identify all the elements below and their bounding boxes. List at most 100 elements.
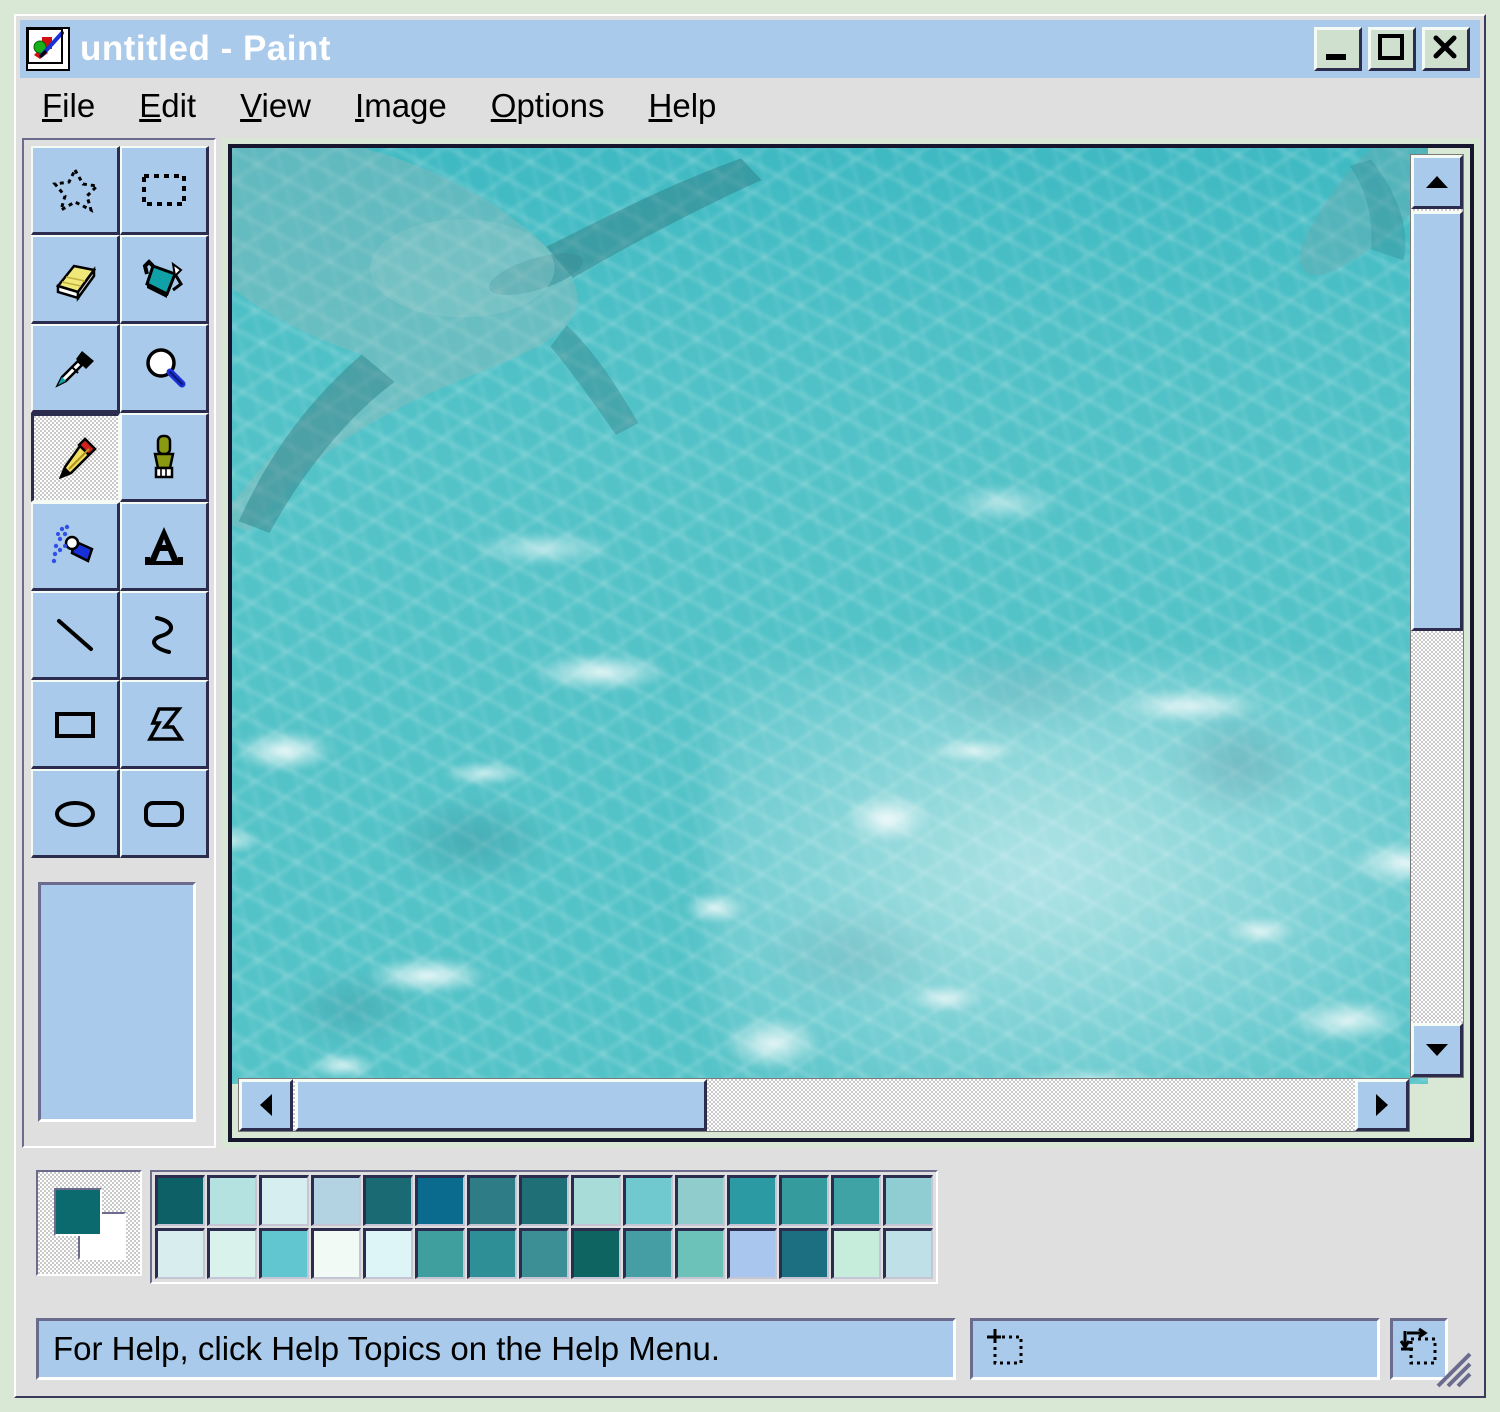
tool-ellipse[interactable]	[31, 769, 120, 858]
palette-swatch[interactable]	[207, 1228, 257, 1279]
menu-image-rest: mage	[364, 87, 447, 124]
menu-view-mnemonic: V	[240, 87, 262, 124]
tool-grid	[31, 146, 209, 858]
color-palette-grid	[150, 1170, 938, 1284]
stingray-shape-left	[232, 148, 762, 534]
palette-swatch[interactable]	[155, 1175, 205, 1226]
palette-swatch[interactable]	[779, 1175, 829, 1226]
palette-row-bottom	[154, 1227, 934, 1280]
color-palette-bar	[22, 1156, 1480, 1296]
palette-swatch[interactable]	[727, 1228, 777, 1279]
canvas-horizontal-scrollbar[interactable]	[238, 1078, 1410, 1132]
vertical-scroll-thumb[interactable]	[1411, 211, 1463, 631]
scroll-left-button[interactable]	[239, 1079, 293, 1131]
palette-swatch[interactable]	[675, 1175, 725, 1226]
palette-swatch[interactable]	[467, 1175, 517, 1226]
palette-row-top	[154, 1174, 934, 1227]
horizontal-scroll-thumb[interactable]	[295, 1079, 707, 1131]
tool-eraser[interactable]	[31, 235, 120, 324]
menu-edit-mnemonic: E	[139, 87, 162, 124]
cursor-position-icon	[987, 1329, 1023, 1365]
menu-image[interactable]: Image	[333, 85, 469, 127]
tool-curve[interactable]	[120, 591, 209, 680]
menu-edit-rest: dit	[161, 87, 197, 124]
paint-app-icon	[26, 27, 70, 71]
toolbox	[22, 138, 216, 1148]
tool-polygon[interactable]	[120, 680, 209, 769]
palette-swatch[interactable]	[259, 1228, 309, 1279]
canvas-area	[222, 138, 1480, 1148]
palette-swatch[interactable]	[571, 1175, 621, 1226]
tool-pencil[interactable]	[31, 413, 120, 502]
menu-edit[interactable]: Edit	[117, 85, 218, 127]
menu-options-mnemonic: O	[490, 87, 517, 124]
menu-file[interactable]: File	[20, 85, 117, 127]
stingray-shape-right	[1299, 148, 1428, 276]
window-title: untitled - Paint	[80, 29, 332, 68]
palette-swatch[interactable]	[571, 1228, 621, 1279]
foreground-color-swatch[interactable]	[54, 1188, 102, 1236]
palette-swatch[interactable]	[415, 1175, 465, 1226]
palette-swatch[interactable]	[623, 1228, 673, 1279]
palette-swatch[interactable]	[467, 1228, 517, 1279]
scroll-up-button[interactable]	[1411, 155, 1463, 209]
palette-swatch[interactable]	[883, 1228, 933, 1279]
status-bar: For Help, click Help Topics on the Help …	[22, 1304, 1480, 1394]
tool-airbrush[interactable]	[31, 502, 120, 591]
window-resize-grip[interactable]	[1428, 1344, 1474, 1390]
tool-free-form-select[interactable]	[31, 146, 120, 235]
menu-view-rest: iew	[261, 87, 312, 124]
palette-swatch[interactable]	[207, 1175, 257, 1226]
menu-file-rest: ile	[62, 87, 96, 124]
palette-swatch[interactable]	[623, 1175, 673, 1226]
tool-rectangle-select[interactable]	[120, 146, 209, 235]
tool-rectangle[interactable]	[31, 680, 120, 769]
window-controls	[1314, 27, 1470, 71]
scroll-down-button[interactable]	[1411, 1023, 1463, 1077]
palette-swatch[interactable]	[311, 1228, 361, 1279]
tool-options-panel[interactable]	[38, 882, 196, 1122]
status-help-text: For Help, click Help Topics on the Help …	[53, 1330, 721, 1367]
tool-line[interactable]	[31, 591, 120, 680]
palette-swatch[interactable]	[831, 1175, 881, 1226]
canvas-image[interactable]	[232, 148, 1428, 1084]
tool-pick-color[interactable]	[31, 324, 120, 413]
title-bar[interactable]: untitled - Paint	[20, 20, 1480, 78]
menu-view[interactable]: View	[218, 85, 333, 127]
palette-swatch[interactable]	[155, 1228, 205, 1279]
menu-help-rest: elp	[672, 87, 717, 124]
palette-swatch[interactable]	[363, 1175, 413, 1226]
canvas-vertical-scrollbar[interactable]	[1410, 154, 1464, 1078]
menu-bar: File Edit View Image Options Help	[20, 80, 1480, 132]
palette-swatch[interactable]	[727, 1175, 777, 1226]
palette-swatch[interactable]	[363, 1228, 413, 1279]
palette-swatch[interactable]	[831, 1228, 881, 1279]
menu-image-mnemonic: I	[355, 87, 365, 124]
menu-file-mnemonic: F	[42, 87, 63, 124]
status-help-panel: For Help, click Help Topics on the Help …	[36, 1318, 956, 1380]
palette-swatch[interactable]	[675, 1228, 725, 1279]
menu-help-mnemonic: H	[648, 87, 673, 124]
palette-swatch[interactable]	[311, 1175, 361, 1226]
palette-swatch[interactable]	[259, 1175, 309, 1226]
selected-colors-indicator[interactable]	[36, 1170, 142, 1276]
canvas-viewport[interactable]	[228, 144, 1474, 1142]
minimize-button[interactable]	[1314, 27, 1362, 71]
palette-swatch[interactable]	[779, 1228, 829, 1279]
menu-help[interactable]: Help	[627, 85, 739, 127]
status-cursor-position-panel	[970, 1318, 1380, 1380]
menu-options[interactable]: Options	[469, 85, 627, 127]
paint-window: untitled - Paint File Edit View Image Op…	[14, 14, 1486, 1398]
tool-fill-with-color[interactable]	[120, 235, 209, 324]
palette-swatch[interactable]	[415, 1228, 465, 1279]
tool-rounded-rectangle[interactable]	[120, 769, 209, 858]
scroll-right-button[interactable]	[1355, 1079, 1409, 1131]
close-button[interactable]	[1422, 27, 1470, 71]
tool-magnifier[interactable]	[120, 324, 209, 413]
palette-swatch[interactable]	[519, 1228, 569, 1279]
tool-brush[interactable]	[120, 413, 209, 502]
tool-text[interactable]	[120, 502, 209, 591]
maximize-button[interactable]	[1368, 27, 1416, 71]
palette-swatch[interactable]	[883, 1175, 933, 1226]
palette-swatch[interactable]	[519, 1175, 569, 1226]
